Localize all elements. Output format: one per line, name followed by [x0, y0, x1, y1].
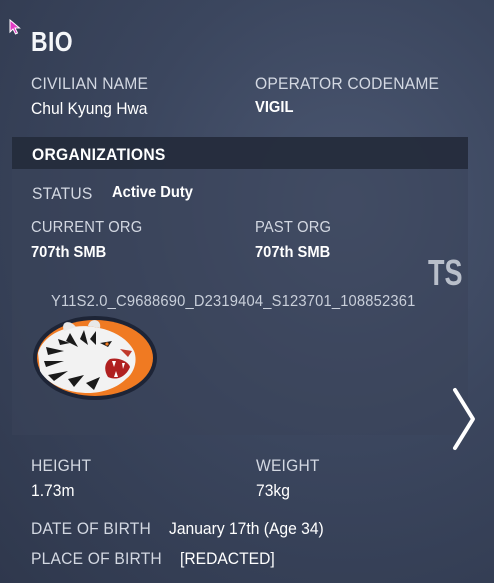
- civilian-name-value: Chul Kyung Hwa: [31, 99, 148, 118]
- mouse-cursor-icon: [9, 19, 21, 35]
- past-org-label: PAST ORG: [255, 219, 332, 236]
- status-label: STATUS: [32, 184, 93, 203]
- height-value: 1.73m: [31, 481, 75, 500]
- page-title: BIO: [31, 26, 74, 57]
- dob-value: January 17th (Age 34): [169, 519, 324, 538]
- tiger-emblem-icon: [33, 316, 157, 400]
- current-org-value: 707th SMB: [31, 244, 107, 261]
- weight-label: WEIGHT: [256, 456, 320, 475]
- codename-label: OPERATOR CODENAME: [255, 74, 440, 93]
- chevron-right-icon[interactable]: [449, 386, 479, 452]
- pob-label: PLACE OF BIRTH: [31, 549, 162, 568]
- pob-value: [REDACTED]: [180, 549, 275, 568]
- dob-label: DATE OF BIRTH: [31, 519, 152, 538]
- height-label: HEIGHT: [31, 456, 92, 475]
- id-code: Y11S2.0_C9688690_D2319404_S123701_108852…: [51, 293, 416, 310]
- status-value: Active Duty: [112, 184, 193, 201]
- organizations-header: ORGANIZATIONS: [32, 145, 166, 164]
- corner-mark: TS: [428, 252, 463, 293]
- weight-value: 73kg: [256, 481, 290, 500]
- civilian-name-label: CIVILIAN NAME: [31, 74, 149, 93]
- past-org-value: 707th SMB: [255, 244, 331, 261]
- codename-value: VIGIL: [255, 99, 294, 116]
- current-org-label: CURRENT ORG: [31, 219, 143, 236]
